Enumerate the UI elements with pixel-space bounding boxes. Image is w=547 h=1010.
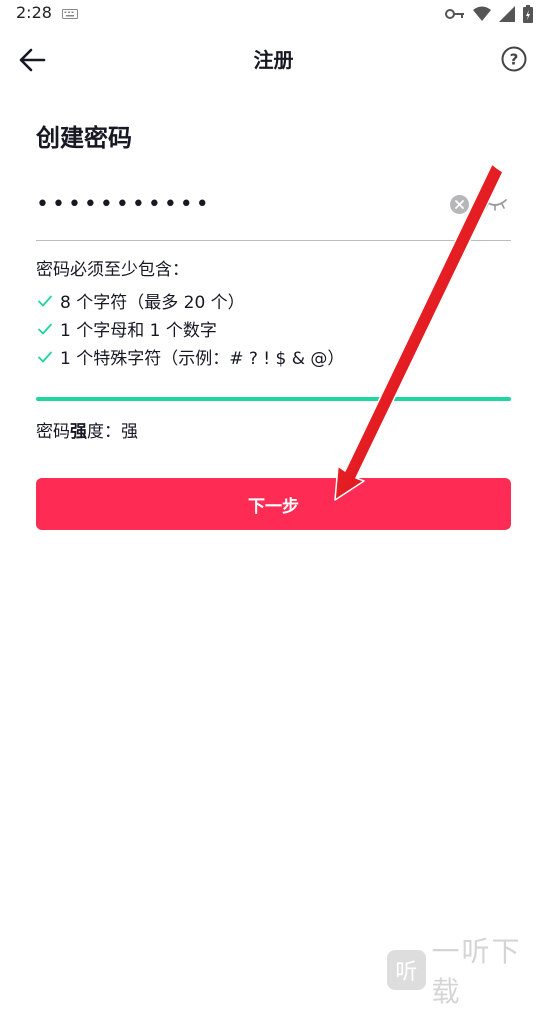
eye-closed-icon[interactable] <box>482 196 508 212</box>
strength-label-post: 度： <box>87 422 121 442</box>
watermark: 听 一听下载 <box>387 930 547 1010</box>
password-strength-bar <box>36 397 511 401</box>
requirement-item: 1 个字母和 1 个数字 <box>36 316 217 341</box>
strength-label-pre: 密码 <box>36 422 70 442</box>
requirement-text: 1 个特殊字符（示例：# ? ! $ & @） <box>60 344 344 369</box>
password-input[interactable] <box>36 184 436 224</box>
requirement-item: 8 个字符（最多 20 个） <box>36 288 245 313</box>
password-strength-text: 密码强度：强 <box>36 417 138 442</box>
strength-value: 强 <box>121 422 138 442</box>
help-icon[interactable]: ? <box>501 46 527 72</box>
signal-icon <box>499 6 515 22</box>
status-bar: 2:28 <box>0 0 547 30</box>
requirements-label: 密码必须至少包含： <box>36 255 189 280</box>
watermark-logo: 听 <box>387 950 426 990</box>
check-icon <box>36 320 54 338</box>
clear-icon <box>455 200 464 209</box>
requirement-text: 8 个字符（最多 20 个） <box>60 288 245 313</box>
page-title: 注册 <box>0 44 547 73</box>
requirement-item: 1 个特殊字符（示例：# ? ! $ & @） <box>36 344 344 369</box>
strength-label-bold: 强 <box>70 422 87 442</box>
status-icons <box>445 5 533 23</box>
password-underline <box>36 240 511 241</box>
battery-icon <box>523 5 533 23</box>
status-time: 2:28 <box>16 3 52 22</box>
requirement-text: 1 个字母和 1 个数字 <box>60 316 217 341</box>
keyboard-icon <box>62 9 78 19</box>
check-icon <box>36 292 54 310</box>
wifi-icon <box>473 6 491 22</box>
check-icon <box>36 348 54 366</box>
clear-input-button[interactable] <box>450 195 469 214</box>
section-title: 创建密码 <box>36 118 132 153</box>
watermark-text: 一听下载 <box>432 930 547 1010</box>
next-button[interactable]: 下一步 <box>36 478 511 530</box>
svg-text:?: ? <box>510 51 519 69</box>
key-icon <box>445 8 465 20</box>
